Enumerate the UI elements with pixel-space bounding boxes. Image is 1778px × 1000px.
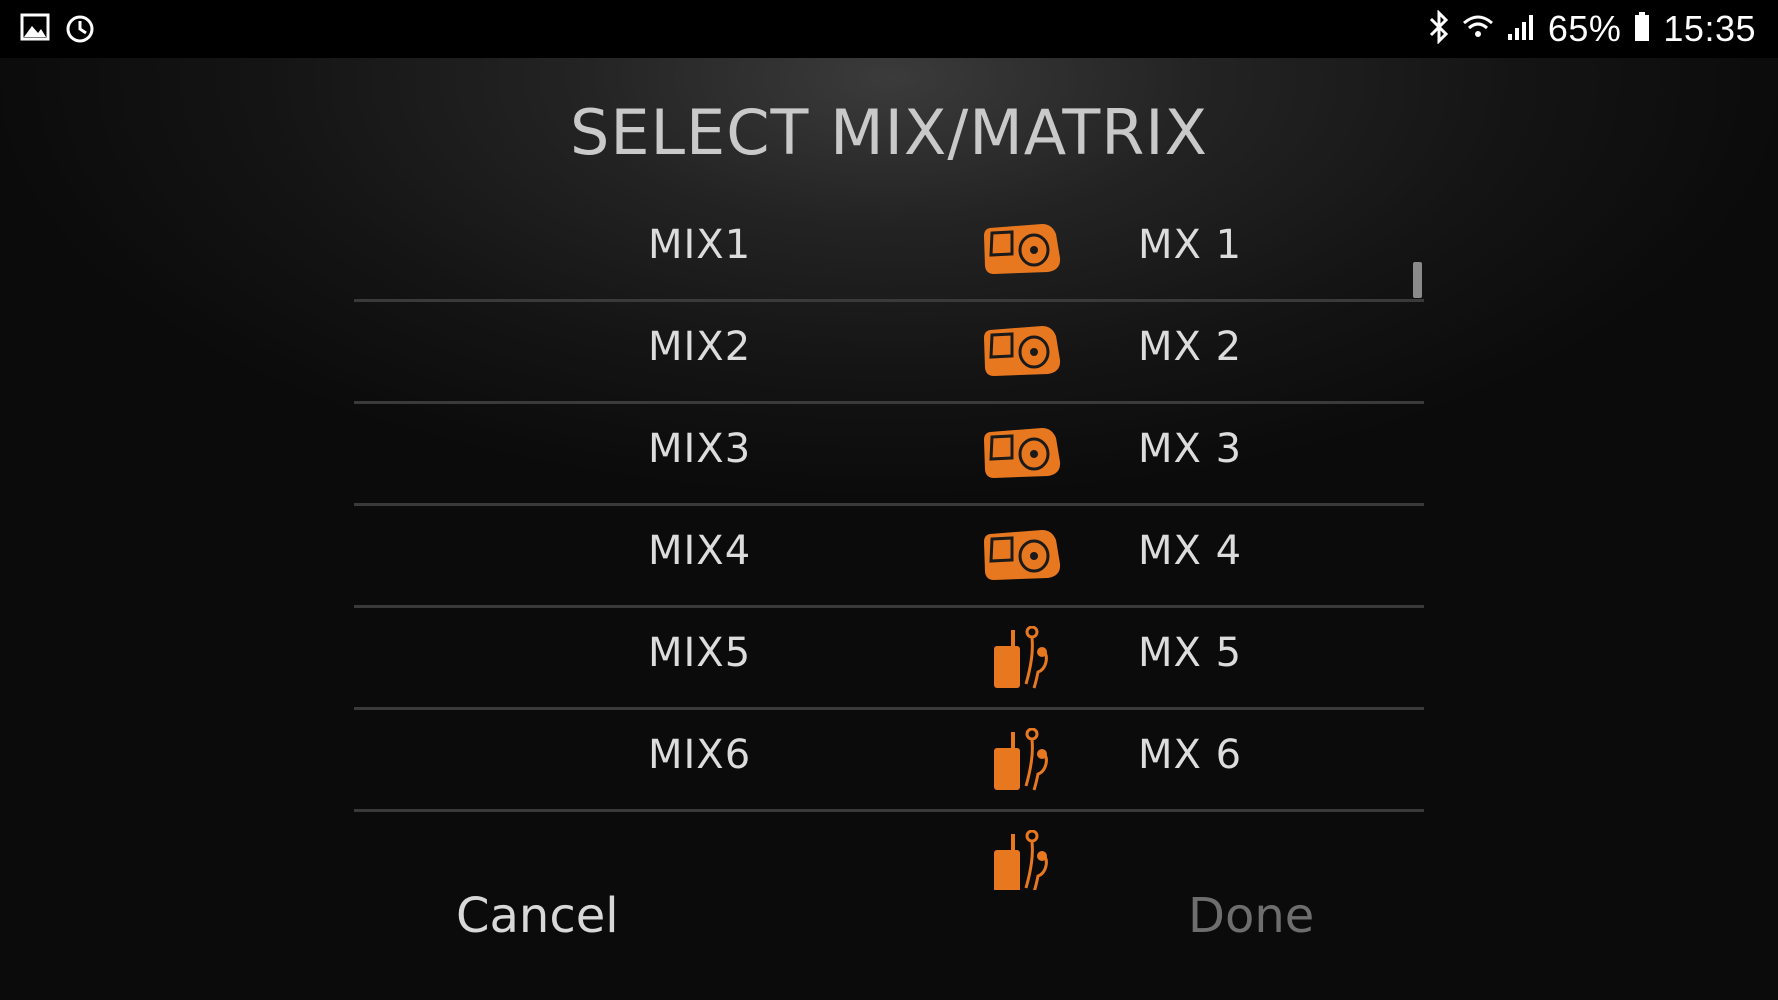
mix-name: MX 3 (1138, 426, 1243, 472)
clock: 15:35 (1663, 8, 1756, 49)
list-item[interactable]: MIX6 MX 6 (354, 710, 1424, 812)
mix-label: MIX3 (648, 426, 752, 472)
cancel-button[interactable]: Cancel (456, 888, 619, 944)
sync-icon (64, 13, 96, 49)
battery-percent: 65% (1547, 8, 1622, 49)
mix-label: MIX5 (648, 630, 752, 676)
floor-monitor-icon (982, 422, 1062, 486)
mix-name: MX 2 (1138, 324, 1243, 370)
list-item[interactable]: MIX3 MX 3 (354, 404, 1424, 506)
list-item[interactable]: MIX5 MX 5 (354, 608, 1424, 710)
list-item[interactable] (354, 812, 1424, 890)
in-ear-monitor-icon (982, 727, 1062, 792)
list-item[interactable]: MIX1 MX 1 (354, 200, 1424, 302)
mix-list[interactable]: MIX1 MX 1 MIX2 MX 2 MIX3 MX 3 MIX4 MX 4 MIX5… (354, 200, 1424, 890)
floor-monitor-icon (982, 524, 1062, 588)
mix-name: MX 6 (1138, 732, 1243, 778)
mix-name: MX 5 (1138, 630, 1243, 676)
select-mix-dialog: SELECT MIX/MATRIX MIX1 MX 1 MIX2 MX 2 MIX3… (0, 58, 1778, 1000)
signal-icon (1506, 12, 1536, 46)
mix-name: MX 1 (1138, 222, 1243, 268)
battery-icon (1633, 11, 1651, 47)
in-ear-monitor-icon (982, 625, 1062, 690)
mix-name: MX 4 (1138, 528, 1243, 574)
floor-monitor-icon (982, 320, 1062, 384)
list-item[interactable]: MIX2 MX 2 (354, 302, 1424, 404)
list-item[interactable]: MIX4 MX 4 (354, 506, 1424, 608)
mix-label: MIX4 (648, 528, 752, 574)
list-scrollbar[interactable] (1413, 262, 1422, 298)
dialog-title: SELECT MIX/MATRIX (569, 96, 1209, 169)
wifi-icon (1462, 13, 1494, 45)
floor-monitor-icon (982, 218, 1062, 282)
status-bar: 65% 15:35 (0, 0, 1778, 58)
in-ear-monitor-icon (982, 829, 1062, 890)
bluetooth-icon (1428, 9, 1450, 48)
done-button[interactable]: Done (1188, 888, 1314, 944)
gallery-icon (20, 13, 50, 49)
mix-label: MIX2 (648, 324, 752, 370)
mix-label: MIX6 (648, 732, 752, 778)
mix-label: MIX1 (648, 222, 752, 268)
